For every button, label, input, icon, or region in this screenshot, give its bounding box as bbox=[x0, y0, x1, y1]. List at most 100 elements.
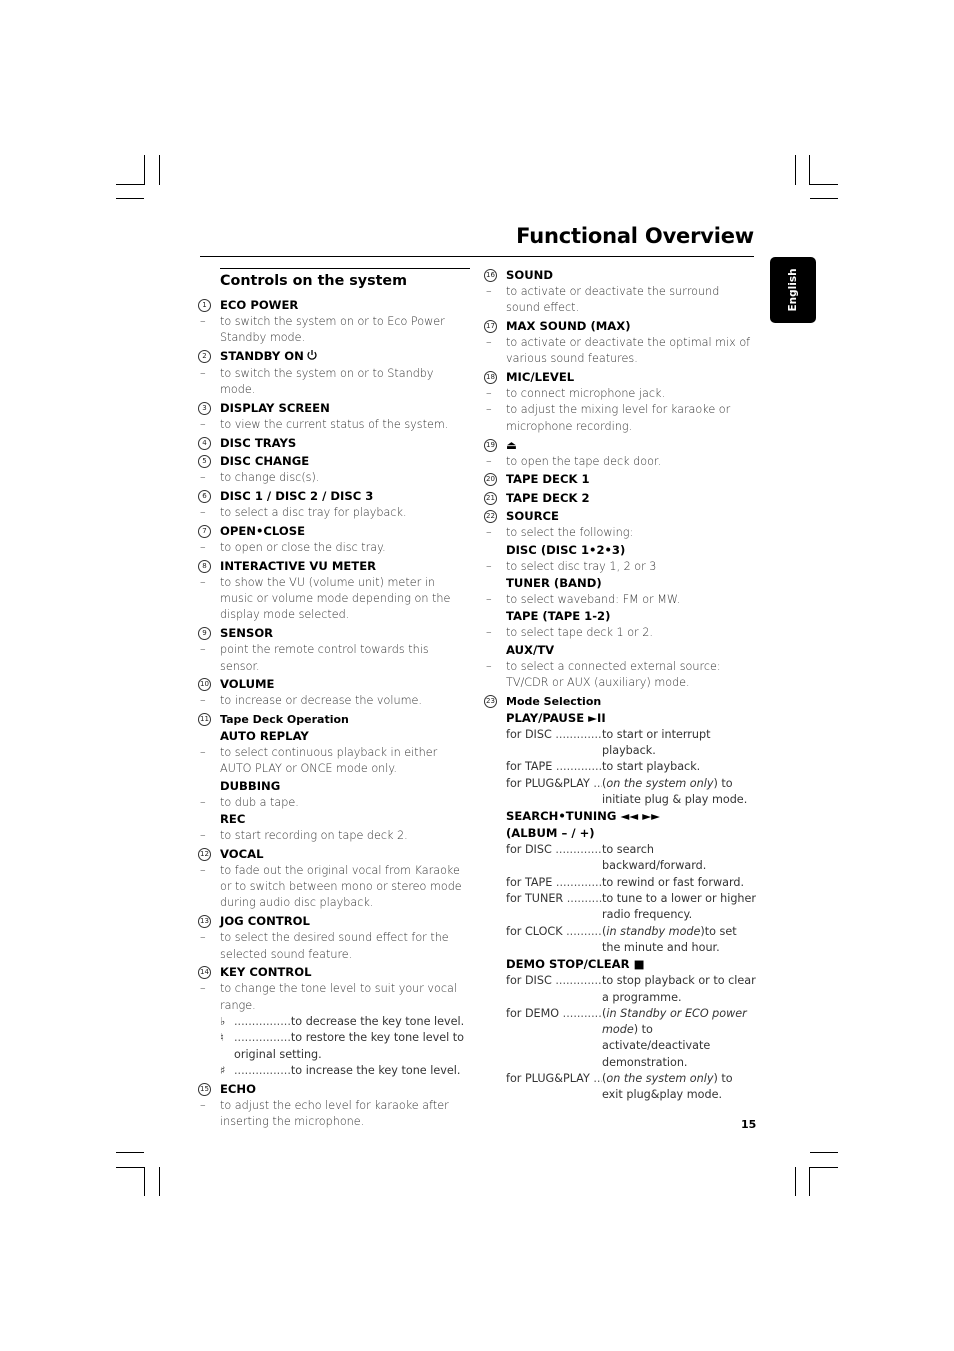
item-heading: 7 OPEN•CLOSE bbox=[198, 523, 470, 540]
mode-row: for TUNER .............to tune to a lowe… bbox=[484, 891, 756, 924]
mode-row: for PLUG&PLAY ...(on the system only) to… bbox=[484, 776, 756, 809]
dash-bullet: – bbox=[200, 931, 206, 945]
key-row: ♮ ................to restore the key tone… bbox=[198, 1030, 470, 1063]
item-number: 19 bbox=[484, 438, 497, 452]
control-item: 9 SENSOR – point the remote control towards… bbox=[198, 625, 470, 675]
mode-row-for: for DEMO bbox=[506, 1006, 560, 1020]
item-description-row: – to open the tape deck door. bbox=[484, 454, 756, 470]
item-label: MIC/LEVEL bbox=[506, 370, 575, 385]
item-label: KEY CONTROL bbox=[220, 965, 312, 980]
mode-row-for: for TUNER bbox=[506, 892, 564, 906]
item-heading: 17 MAX SOUND (MAX) bbox=[484, 318, 756, 335]
item-heading: 2 STANDBY ON bbox=[198, 348, 470, 366]
item-number: 6 bbox=[198, 490, 211, 504]
control-item: 2 STANDBY ON – to switch the system on or t… bbox=[198, 348, 470, 399]
mode-row-label: for CLOCK ............. bbox=[506, 924, 602, 940]
item-heading: 16 SOUND bbox=[484, 267, 756, 284]
item-description-row: – to select waveband: FM or MW. bbox=[484, 592, 756, 608]
item-heading: 19 ⏏ bbox=[484, 437, 756, 454]
item-label: Mode Selection bbox=[506, 694, 602, 708]
item-description-row: – to select a disc tray for playback. bbox=[198, 505, 470, 521]
item-description: to select waveband: FM or MW. bbox=[506, 592, 681, 606]
mode-row-for: for DISC bbox=[506, 974, 552, 988]
natural-icon: ♮ bbox=[220, 1031, 224, 1045]
mode-row-for: for DISC bbox=[506, 843, 552, 857]
dash-bullet: – bbox=[200, 982, 206, 996]
control-item: 20 TAPE DECK 1 bbox=[484, 471, 756, 488]
item-label: DISPLAY SCREEN bbox=[220, 401, 330, 416]
eject-icon: ⏏ bbox=[506, 437, 517, 452]
item-number: 7 bbox=[198, 525, 211, 539]
item-number: 1 bbox=[198, 299, 211, 312]
item-heading: 4 DISC TRAYS bbox=[198, 435, 470, 452]
item-description: to open or close the disc tray. bbox=[220, 541, 386, 555]
right-column: 16 SOUND – to activate or deactivate the su… bbox=[484, 267, 756, 1105]
mode-row: for DISC ...................to stop play… bbox=[484, 973, 756, 1006]
mode-group-label: SEARCH•TUNING ◄◄ ►► bbox=[506, 809, 661, 824]
dash-bullet: – bbox=[200, 575, 206, 589]
item-label: TAPE DECK 1 bbox=[506, 472, 590, 487]
mode-row-label: for TAPE .................... bbox=[506, 875, 602, 891]
mode-row-label: for DEMO ............... bbox=[506, 1006, 602, 1022]
control-item-tape-deck: 11 Tape Deck Operation AUTO REPLAY – to sel… bbox=[198, 711, 470, 844]
item-heading: 20 TAPE DECK 1 bbox=[484, 471, 756, 488]
mode-row-label: for DISC ................... bbox=[506, 973, 602, 989]
item-heading: 18 MIC/LEVEL bbox=[484, 369, 756, 386]
dash-bullet: – bbox=[200, 643, 206, 657]
control-item: 8 INTERACTIVE VU METER – to show the VU (vo… bbox=[198, 558, 470, 624]
item-heading: 12 VOCAL bbox=[198, 846, 470, 863]
dash-bullet: – bbox=[200, 1098, 206, 1112]
control-item: 4 DISC TRAYS bbox=[198, 435, 470, 452]
item-label: SOUND bbox=[506, 268, 553, 282]
item-number: 15 bbox=[198, 1082, 211, 1096]
dash-bullet: – bbox=[200, 506, 206, 520]
item-description-row: – to start recording on tape deck 2. bbox=[198, 828, 470, 844]
item-number: 17 bbox=[484, 320, 497, 334]
item-number: 3 bbox=[198, 402, 211, 416]
mode-row-text: to rewind or fast forward. bbox=[602, 875, 745, 889]
left-column: Controls on the system 1 ECO POWER – to swi… bbox=[198, 268, 470, 1132]
item-description-row: – to select a connected external source: … bbox=[484, 659, 756, 692]
item-number: 8 bbox=[198, 559, 211, 573]
leader-dots: .................... bbox=[555, 875, 602, 889]
mode-row-for: for TAPE bbox=[506, 875, 553, 889]
item-description: to fade out the original vocal from Kara… bbox=[220, 863, 462, 910]
item-description-row: – to select tape deck 1 or 2. bbox=[484, 625, 756, 641]
controls-list: 1 ECO POWER – to switch the system on or to… bbox=[198, 297, 470, 710]
sub-item-label: AUX/TV bbox=[506, 642, 555, 657]
control-item: 13 JOG CONTROL – to select the desired soun… bbox=[198, 913, 470, 963]
mode-row: for TAPE ....................to rewind o… bbox=[484, 875, 756, 891]
item-description-row: – to change disc(s). bbox=[198, 470, 470, 486]
item-heading: 1 ECO POWER bbox=[198, 297, 470, 314]
control-item: 7 OPEN•CLOSE – to open or close the disc tr… bbox=[198, 523, 470, 556]
leader-dots: ... bbox=[593, 776, 602, 790]
item-heading: 5 DISC CHANGE bbox=[198, 453, 470, 470]
leader-dots: ................ bbox=[234, 1031, 291, 1045]
item-label: ECHO bbox=[220, 1081, 256, 1096]
item-description-row: – to fade out the original vocal from Kar… bbox=[198, 863, 470, 912]
control-item-source: 22 SOURCE – to select the following: DISC … bbox=[484, 508, 756, 691]
control-item: 21 TAPE DECK 2 bbox=[484, 490, 756, 507]
control-item: 5 DISC CHANGE – to change disc(s). bbox=[198, 453, 470, 486]
item-description-row: – to switch the system on or to Standby m… bbox=[198, 366, 470, 399]
item-description-row: – point the remote control towards this s… bbox=[198, 642, 470, 675]
item-label: STANDBY ON bbox=[220, 349, 304, 364]
item-label: INTERACTIVE VU METER bbox=[220, 558, 377, 573]
section-divider bbox=[220, 268, 470, 269]
dash-bullet: – bbox=[486, 403, 492, 417]
item-description: to switch the system on or to Eco Power … bbox=[220, 315, 445, 345]
mode-row-text: to start playback. bbox=[602, 760, 701, 774]
item-description: to select a connected external source: T… bbox=[506, 659, 721, 689]
item-description: to change disc(s). bbox=[220, 471, 320, 485]
item-description: to activate or deactivate the surround s… bbox=[506, 285, 720, 315]
item-label: SOURCE bbox=[506, 509, 559, 524]
item-description: to connect microphone jack. bbox=[506, 387, 666, 401]
mode-row-label: for PLUG&PLAY ... bbox=[506, 776, 602, 792]
leader-dots: ............. bbox=[566, 924, 602, 938]
item-heading: 21 TAPE DECK 2 bbox=[484, 490, 756, 507]
language-tab-label: English bbox=[787, 268, 799, 312]
control-item-mode-selection: 23 Mode Selection PLAY/PAUSE ►II for DISC … bbox=[484, 693, 756, 1104]
item-description-row: – to select disc tray 1, 2 or 3 bbox=[484, 559, 756, 575]
control-item: 1 ECO POWER – to switch the system on or to… bbox=[198, 297, 470, 347]
mode-row-for: for PLUG&PLAY bbox=[506, 1072, 590, 1085]
